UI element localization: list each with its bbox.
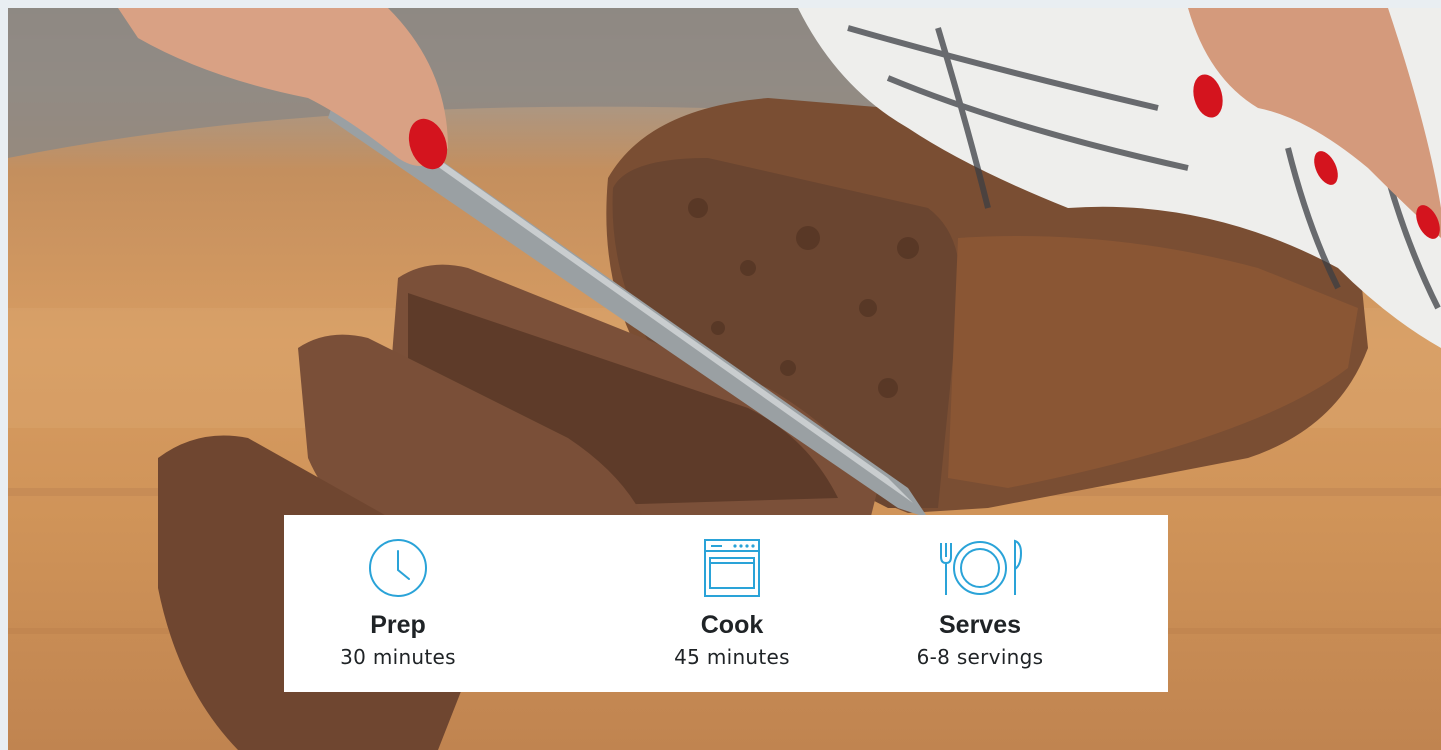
prep-value: 30 minutes <box>340 645 456 669</box>
oven-icon <box>702 537 762 604</box>
plate-cutlery-icon <box>935 537 1025 604</box>
serves-label: Serves <box>938 611 1022 639</box>
cook-info: Cook 45 minutes <box>622 515 842 692</box>
clock-icon <box>367 537 429 604</box>
cook-label: Cook <box>700 611 764 639</box>
serves-info: Serves 6-8 servings <box>870 515 1090 692</box>
serves-value: 6-8 servings <box>916 645 1044 669</box>
recipe-info-card: Prep 30 minutes Cook 45 minutes Serves 6… <box>284 515 1168 692</box>
prep-info: Prep 30 minutes <box>288 515 508 692</box>
prep-label: Prep <box>370 611 426 639</box>
cook-value: 45 minutes <box>674 645 790 669</box>
